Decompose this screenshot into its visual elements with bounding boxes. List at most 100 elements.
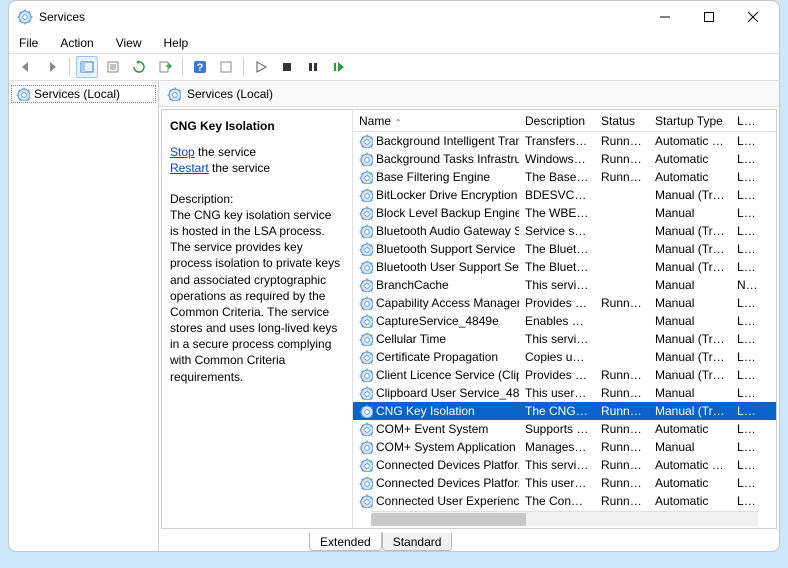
- service-description: This user ser...: [519, 476, 595, 490]
- service-row[interactable]: Connected Devices Platfor...This service…: [353, 456, 776, 474]
- service-name: Background Tasks Infrastruc...: [376, 152, 519, 166]
- restart-service-button[interactable]: [328, 56, 350, 78]
- service-row[interactable]: Certificate PropagationCopies user ...Ma…: [353, 348, 776, 366]
- service-name: Background Intelligent Tran...: [376, 134, 519, 148]
- horizontal-scrollbar[interactable]: [371, 511, 758, 526]
- service-name: Capability Access Manager ...: [376, 296, 519, 310]
- service-name: BranchCache: [376, 278, 449, 292]
- service-name: Bluetooth Support Service: [376, 242, 515, 256]
- stop-suffix: the service: [195, 145, 256, 159]
- start-service-button[interactable]: [250, 56, 272, 78]
- stop-service-button[interactable]: [276, 56, 298, 78]
- gear-icon: [359, 368, 373, 382]
- properties-button[interactable]: [102, 56, 124, 78]
- service-row[interactable]: Clipboard User Service_4849eThis user se…: [353, 384, 776, 402]
- service-row[interactable]: BitLocker Drive Encryption ...BDESVC hos…: [353, 186, 776, 204]
- refresh-button[interactable]: [128, 56, 150, 78]
- col-description[interactable]: Description: [519, 114, 595, 128]
- service-startup-type: Automatic (...: [649, 134, 731, 148]
- menu-view[interactable]: View: [112, 35, 146, 51]
- service-status: Running: [595, 134, 649, 148]
- menu-file[interactable]: File: [15, 35, 42, 51]
- window-title: Services: [39, 10, 85, 24]
- toolbar: ?: [9, 53, 779, 81]
- service-name: Certificate Propagation: [376, 350, 498, 364]
- service-row[interactable]: Client Licence Service (Clip...Provides …: [353, 366, 776, 384]
- service-status: Running: [595, 494, 649, 508]
- show-hide-tree-button[interactable]: [76, 56, 98, 78]
- service-row[interactable]: CNG Key IsolationThe CNG ke...RunningMan…: [353, 402, 776, 420]
- service-status: Running: [595, 296, 649, 310]
- service-name: Bluetooth Audio Gateway S...: [376, 224, 519, 238]
- svg-text:?: ?: [197, 62, 204, 74]
- back-button[interactable]: [15, 56, 37, 78]
- gear-icon: [359, 134, 373, 148]
- help-button[interactable]: ?: [189, 56, 211, 78]
- service-description: Provides inf...: [519, 368, 595, 382]
- pause-service-button[interactable]: [302, 56, 324, 78]
- service-startup-type: Manual (Trig...: [649, 332, 731, 346]
- service-description: Service sup...: [519, 224, 595, 238]
- service-row[interactable]: Block Level Backup Engine ...The WBENG..…: [353, 204, 776, 222]
- list-header: Name⌃ Description Status Startup Type Lo…: [353, 110, 776, 132]
- detail-title: CNG Key Isolation: [170, 118, 342, 134]
- service-name: Connected Devices Platfor...: [376, 458, 519, 472]
- service-name: Cellular Time: [376, 332, 446, 346]
- close-button[interactable]: [731, 2, 775, 32]
- tab-standard[interactable]: Standard: [382, 532, 453, 551]
- gear-icon: [16, 87, 30, 101]
- service-row[interactable]: Connected Devices Platfor...This user se…: [353, 474, 776, 492]
- service-description: Supports Sy...: [519, 422, 595, 436]
- restart-service-link[interactable]: Restart: [170, 161, 209, 175]
- menu-action[interactable]: Action: [56, 35, 97, 51]
- scrollbar-thumb[interactable]: [371, 513, 526, 526]
- gear-icon: [17, 9, 33, 25]
- minimize-button[interactable]: [643, 2, 687, 32]
- menu-help[interactable]: Help: [160, 35, 193, 51]
- service-startup-type: Manual (Trig...: [649, 188, 731, 202]
- col-log-on-as[interactable]: Log: [731, 114, 761, 128]
- service-row[interactable]: Bluetooth Audio Gateway S...Service sup.…: [353, 222, 776, 240]
- service-row[interactable]: COM+ System ApplicationManages th...Runn…: [353, 438, 776, 456]
- service-row[interactable]: Background Intelligent Tran...Transfers …: [353, 132, 776, 150]
- col-startup-type[interactable]: Startup Type: [649, 114, 731, 128]
- gear-icon: [359, 170, 373, 184]
- service-row[interactable]: Base Filtering EngineThe Base Fil...Runn…: [353, 168, 776, 186]
- service-description: Windows in...: [519, 152, 595, 166]
- stop-service-link[interactable]: Stop: [170, 145, 195, 159]
- tree-root-item[interactable]: Services (Local): [11, 85, 156, 103]
- sort-caret-icon: ⌃: [395, 118, 402, 127]
- service-row[interactable]: CaptureService_4849eEnables opti...Manua…: [353, 312, 776, 330]
- service-log-on-as: Loc: [731, 404, 761, 418]
- service-startup-type: Manual: [649, 296, 731, 310]
- service-description: Copies user ...: [519, 350, 595, 364]
- service-startup-type: Automatic: [649, 422, 731, 436]
- help-topics-button[interactable]: [215, 56, 237, 78]
- service-startup-type: Manual: [649, 206, 731, 220]
- forward-button[interactable]: [41, 56, 63, 78]
- content-header: Services (Local): [159, 81, 779, 107]
- service-log-on-as: Loc: [731, 386, 761, 400]
- export-button[interactable]: [154, 56, 176, 78]
- list-rows: Background Intelligent Tran...Transfers …: [353, 132, 776, 511]
- maximize-button[interactable]: [687, 2, 731, 32]
- service-row[interactable]: COM+ Event SystemSupports Sy...RunningAu…: [353, 420, 776, 438]
- description-text: The CNG key isolation service is hosted …: [170, 207, 342, 385]
- service-name: Base Filtering Engine: [376, 170, 490, 184]
- service-name: COM+ Event System: [376, 422, 488, 436]
- gear-icon: [359, 404, 373, 418]
- service-row[interactable]: Connected User Experience...The Connec..…: [353, 492, 776, 510]
- gear-icon: [359, 386, 373, 400]
- tab-extended[interactable]: Extended: [309, 532, 382, 551]
- col-status[interactable]: Status: [595, 114, 649, 128]
- service-startup-type: Automatic: [649, 152, 731, 166]
- service-row[interactable]: Bluetooth User Support Ser...The Bluetoo…: [353, 258, 776, 276]
- service-row[interactable]: BranchCacheThis service ...ManualNet: [353, 276, 776, 294]
- service-log-on-as: Loc: [731, 332, 761, 346]
- gear-icon: [359, 350, 373, 364]
- col-name[interactable]: Name⌃: [353, 114, 519, 128]
- service-row[interactable]: Cellular TimeThis service ...Manual (Tri…: [353, 330, 776, 348]
- service-row[interactable]: Background Tasks Infrastruc...Windows in…: [353, 150, 776, 168]
- service-row[interactable]: Capability Access Manager ...Provides fa…: [353, 294, 776, 312]
- service-row[interactable]: Bluetooth Support ServiceThe Bluetoo...M…: [353, 240, 776, 258]
